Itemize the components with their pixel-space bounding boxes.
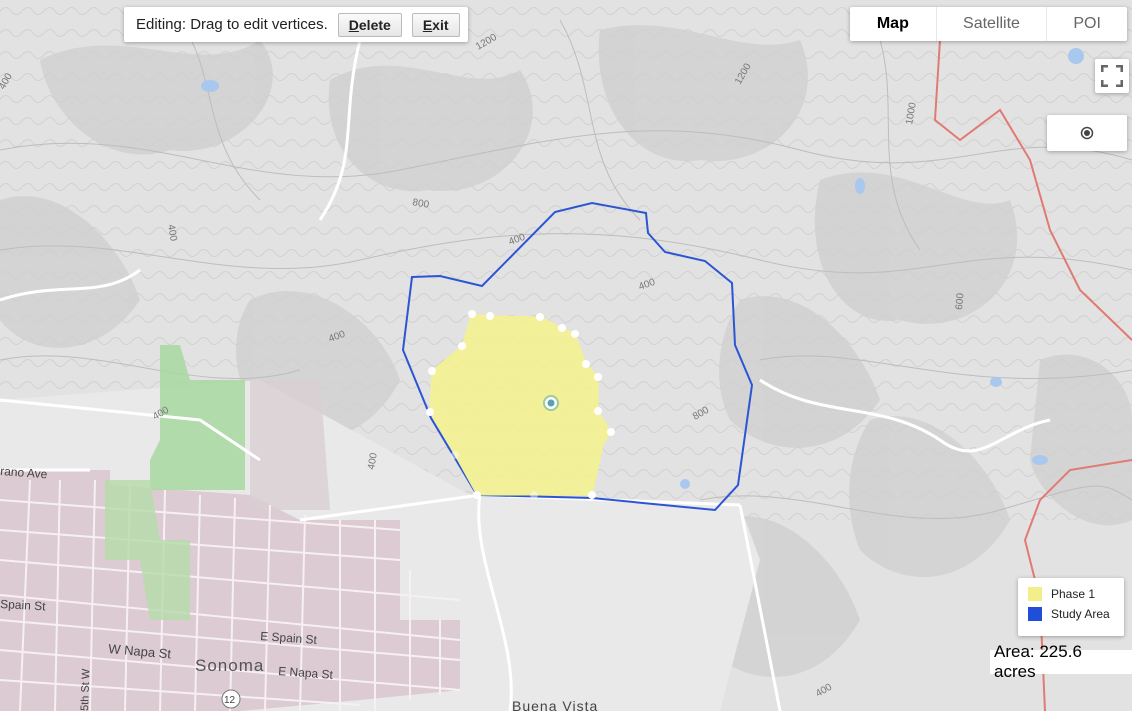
vertex-handle xyxy=(594,407,602,415)
map-type-satellite-button[interactable]: Satellite xyxy=(937,7,1048,41)
delete-button[interactable]: Delete xyxy=(337,12,402,37)
map-type-control: Map Satellite POI xyxy=(850,7,1127,41)
edit-hint: Editing: Drag to edit vertices. xyxy=(136,16,328,33)
legend-swatch xyxy=(1028,587,1042,601)
town-area-east xyxy=(250,380,330,510)
town-label: Sonoma xyxy=(195,656,264,675)
midpoint-handle xyxy=(530,491,538,499)
map-canvas[interactable]: rano Ave Spain St E Spain St W Napa St E… xyxy=(0,0,1132,711)
vertex-handle xyxy=(582,360,590,368)
vertex-handle xyxy=(536,313,544,321)
fullscreen-button[interactable] xyxy=(1095,59,1129,93)
vertex-handle xyxy=(588,491,596,499)
legend-item-study-area: Study Area xyxy=(1028,604,1124,624)
street-label: Spain St xyxy=(0,597,47,613)
street-label: Buena Vista xyxy=(512,698,598,711)
map-type-poi-button[interactable]: POI xyxy=(1047,7,1127,41)
vertex-handle xyxy=(607,428,615,436)
street-label: 5th St W xyxy=(79,668,92,711)
legend-swatch xyxy=(1028,607,1042,621)
legend-label: Phase 1 xyxy=(1051,587,1096,601)
my-location-button[interactable] xyxy=(1047,115,1127,151)
vertex-handle xyxy=(594,373,602,381)
edit-toolbar: Editing: Drag to edit vertices. Delete E… xyxy=(124,7,468,42)
map-legend: Phase 1 Study Area xyxy=(1018,578,1124,636)
vertex-handle xyxy=(428,367,436,375)
vertex-handle xyxy=(486,312,494,320)
vertex-handle xyxy=(468,310,476,318)
fullscreen-icon xyxy=(1101,65,1123,87)
legend-label: Study Area xyxy=(1051,607,1110,621)
map-type-map-button[interactable]: Map xyxy=(850,7,937,41)
vertex-handle xyxy=(571,330,579,338)
contour-label: 600 xyxy=(954,292,966,310)
vertex-handle xyxy=(558,324,566,332)
vertex-handle xyxy=(458,342,466,350)
vertex-handle xyxy=(426,408,434,416)
route-shield: 12 xyxy=(221,689,241,709)
midpoint-handle xyxy=(451,451,459,459)
legend-item-phase-1: Phase 1 xyxy=(1028,584,1124,604)
route-label: 12 xyxy=(224,695,236,706)
polygon-center-dot xyxy=(547,399,555,407)
vertex-handle xyxy=(473,491,481,499)
exit-button[interactable]: Exit xyxy=(411,12,460,37)
my-location-icon xyxy=(1080,126,1094,140)
area-readout: Area: 225.6 acres xyxy=(990,642,1132,681)
